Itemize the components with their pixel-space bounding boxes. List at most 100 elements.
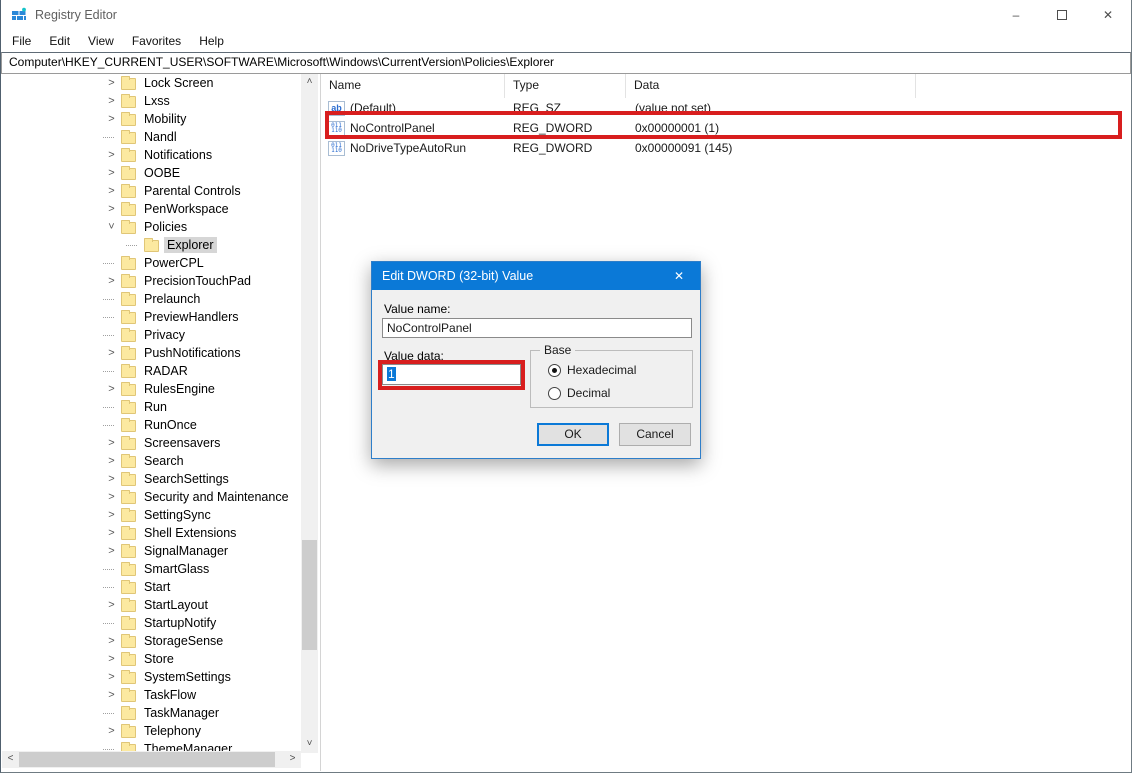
chevron-right-icon[interactable]: ˃ bbox=[103, 453, 120, 470]
tree-item-settingsync[interactable]: ˃SettingSync bbox=[2, 506, 301, 524]
scroll-down-icon[interactable]: ˅ bbox=[301, 736, 318, 753]
folder-icon bbox=[121, 564, 136, 576]
tree-item-storagesense[interactable]: ˃StorageSense bbox=[2, 632, 301, 650]
value-row-default[interactable]: ab(Default)REG_SZ(value not set) bbox=[321, 98, 1130, 118]
cancel-button[interactable]: Cancel bbox=[619, 423, 691, 446]
maximize-button[interactable] bbox=[1039, 0, 1085, 30]
chevron-right-icon[interactable]: ˃ bbox=[103, 201, 120, 218]
tree-item-radar[interactable]: RADAR bbox=[2, 362, 301, 380]
tree-item-runonce[interactable]: RunOnce bbox=[2, 416, 301, 434]
chevron-right-icon[interactable]: ˃ bbox=[103, 471, 120, 488]
tree-horizontal-scrollbar[interactable]: ˂ ˃ bbox=[2, 751, 301, 768]
tree-item-startupnotify[interactable]: StartupNotify bbox=[2, 614, 301, 632]
tree-item-start[interactable]: Start bbox=[2, 578, 301, 596]
chevron-right-icon[interactable]: ˃ bbox=[103, 687, 120, 704]
tree-item-pushnotifications[interactable]: ˃PushNotifications bbox=[2, 344, 301, 362]
tree-item-searchsettings[interactable]: ˃SearchSettings bbox=[2, 470, 301, 488]
tree-item-screensavers[interactable]: ˃Screensavers bbox=[2, 434, 301, 452]
dotted-connector bbox=[103, 425, 120, 426]
chevron-down-icon[interactable]: ˅ bbox=[103, 219, 120, 236]
dialog-title-bar[interactable]: Edit DWORD (32-bit) Value bbox=[372, 262, 700, 290]
column-header-name[interactable]: Name bbox=[321, 74, 505, 98]
menu-item-edit[interactable]: Edit bbox=[40, 32, 79, 50]
radio-option-hexadecimal[interactable]: Hexadecimal bbox=[548, 363, 636, 377]
folder-icon bbox=[121, 618, 136, 630]
chevron-right-icon[interactable]: ˃ bbox=[103, 651, 120, 668]
tree-item-telephony[interactable]: ˃Telephony bbox=[2, 722, 301, 740]
tree-item-smartglass[interactable]: SmartGlass bbox=[2, 560, 301, 578]
scroll-up-icon[interactable]: ˄ bbox=[301, 74, 318, 91]
tree-item-prelaunch[interactable]: Prelaunch bbox=[2, 290, 301, 308]
address-bar[interactable]: Computer\HKEY_CURRENT_USER\SOFTWARE\Micr… bbox=[1, 52, 1131, 74]
tree-item-penworkspace[interactable]: ˃PenWorkspace bbox=[2, 200, 301, 218]
tree-item-precisiontouchpad[interactable]: ˃PrecisionTouchPad bbox=[2, 272, 301, 290]
chevron-right-icon[interactable]: ˃ bbox=[103, 147, 120, 164]
tree-item-systemsettings[interactable]: ˃SystemSettings bbox=[2, 668, 301, 686]
tree-item-policies[interactable]: ˅Policies bbox=[2, 218, 301, 236]
tree-item-parental-controls[interactable]: ˃Parental Controls bbox=[2, 182, 301, 200]
chevron-right-icon[interactable]: ˃ bbox=[103, 111, 120, 128]
tree-item-security-and-maintenance[interactable]: ˃ Security and Maintenance bbox=[2, 488, 301, 506]
tree-item-taskmanager[interactable]: TaskManager bbox=[2, 704, 301, 722]
menu-item-view[interactable]: View bbox=[79, 32, 123, 50]
scroll-right-icon[interactable]: ˃ bbox=[284, 751, 301, 768]
tree-item-taskflow[interactable]: ˃TaskFlow bbox=[2, 686, 301, 704]
tree-item-powercpl[interactable]: PowerCPL bbox=[2, 254, 301, 272]
tree-item-explorer[interactable]: Explorer bbox=[2, 236, 301, 254]
value-row-nocontrolpanel[interactable]: 011110NoControlPanelREG_DWORD0x00000001 … bbox=[321, 118, 1130, 138]
tree-item-lock-screen[interactable]: ˃Lock Screen bbox=[2, 74, 301, 92]
chevron-right-icon[interactable]: ˃ bbox=[103, 489, 120, 506]
value-data-field[interactable]: 1 bbox=[382, 364, 521, 385]
tree-item-previewhandlers[interactable]: PreviewHandlers bbox=[2, 308, 301, 326]
value-name: NoControlPanel bbox=[350, 121, 435, 135]
chevron-right-icon[interactable]: ˃ bbox=[103, 273, 120, 290]
radio-button-icon[interactable] bbox=[548, 387, 561, 400]
tree-item-search[interactable]: ˃Search bbox=[2, 452, 301, 470]
ok-button[interactable]: OK bbox=[537, 423, 609, 446]
chevron-right-icon[interactable]: ˃ bbox=[103, 183, 120, 200]
chevron-right-icon[interactable]: ˃ bbox=[103, 597, 120, 614]
tree-item-shell-extensions[interactable]: ˃Shell Extensions bbox=[2, 524, 301, 542]
folder-icon bbox=[121, 186, 136, 198]
menu-item-help[interactable]: Help bbox=[190, 32, 233, 50]
tree-item-store[interactable]: ˃Store bbox=[2, 650, 301, 668]
column-header-data[interactable]: Data bbox=[626, 74, 916, 98]
vertical-scrollbar-thumb[interactable] bbox=[302, 540, 317, 650]
tree-item-startlayout[interactable]: ˃StartLayout bbox=[2, 596, 301, 614]
radio-option-decimal[interactable]: Decimal bbox=[548, 386, 610, 400]
chevron-right-icon[interactable]: ˃ bbox=[103, 525, 120, 542]
menu-item-file[interactable]: File bbox=[3, 32, 40, 50]
chevron-right-icon[interactable]: ˃ bbox=[103, 507, 120, 524]
scroll-left-icon[interactable]: ˂ bbox=[2, 751, 19, 768]
tree-item-run[interactable]: Run bbox=[2, 398, 301, 416]
tree-vertical-scrollbar[interactable]: ˄ ˅ bbox=[301, 74, 318, 753]
dialog-close-button[interactable]: ✕ bbox=[658, 262, 700, 290]
chevron-right-icon[interactable]: ˃ bbox=[103, 435, 120, 452]
tree-item-privacy[interactable]: Privacy bbox=[2, 326, 301, 344]
chevron-right-icon[interactable]: ˃ bbox=[103, 633, 120, 650]
value-row-nodrivetypeautorun[interactable]: 011110NoDriveTypeAutoRunREG_DWORD0x00000… bbox=[321, 138, 1130, 158]
tree-item-oobe[interactable]: ˃OOBE bbox=[2, 164, 301, 182]
menu-item-favorites[interactable]: Favorites bbox=[123, 32, 190, 50]
column-header-type[interactable]: Type bbox=[505, 74, 626, 98]
value-name-field[interactable]: NoControlPanel bbox=[382, 318, 692, 338]
horizontal-scrollbar-thumb[interactable] bbox=[19, 752, 275, 767]
tree-item-nandl[interactable]: Nandl bbox=[2, 128, 301, 146]
tree-item-notifications[interactable]: ˃Notifications bbox=[2, 146, 301, 164]
chevron-right-icon[interactable]: ˃ bbox=[103, 381, 120, 398]
tree-item-rulesengine[interactable]: ˃RulesEngine bbox=[2, 380, 301, 398]
chevron-right-icon[interactable]: ˃ bbox=[103, 345, 120, 362]
tree-item-signalmanager[interactable]: ˃SignalManager bbox=[2, 542, 301, 560]
tree-item-lxss[interactable]: ˃Lxss bbox=[2, 92, 301, 110]
minimize-button[interactable]: – bbox=[993, 0, 1039, 30]
chevron-right-icon[interactable]: ˃ bbox=[103, 75, 120, 92]
chevron-right-icon[interactable]: ˃ bbox=[103, 669, 120, 686]
radio-button-icon[interactable] bbox=[548, 364, 561, 377]
chevron-right-icon[interactable]: ˃ bbox=[103, 543, 120, 560]
chevron-right-icon[interactable]: ˃ bbox=[103, 165, 120, 182]
tree-item-mobility[interactable]: ˃Mobility bbox=[2, 110, 301, 128]
chevron-right-icon[interactable]: ˃ bbox=[103, 93, 120, 110]
chevron-right-icon[interactable]: ˃ bbox=[103, 723, 120, 740]
close-button[interactable]: ✕ bbox=[1085, 0, 1131, 30]
tree-item-label: Security and Maintenance bbox=[141, 489, 292, 505]
